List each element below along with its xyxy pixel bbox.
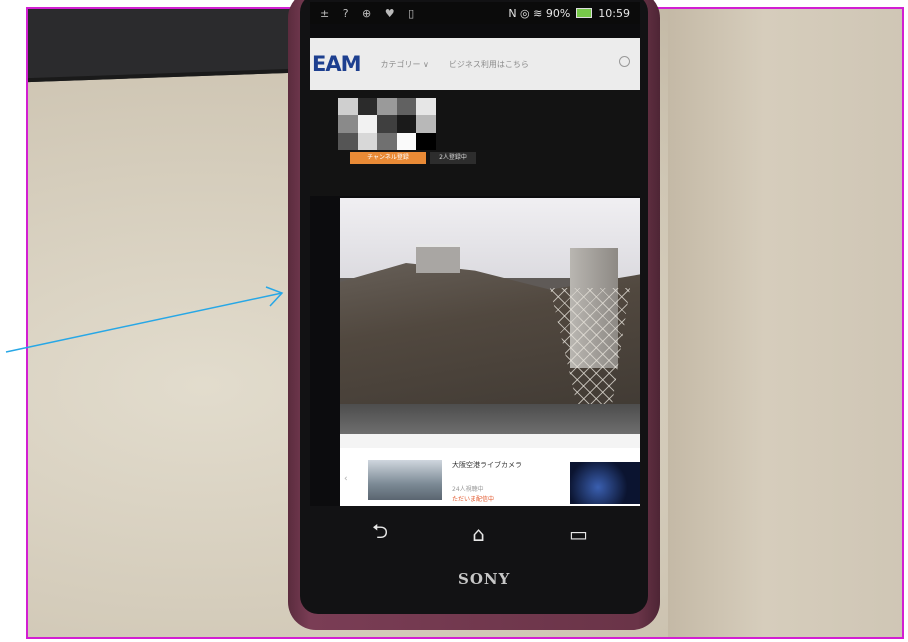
related-thumbnail[interactable] <box>368 460 442 500</box>
recent-apps-icon[interactable]: ▭ <box>569 522 588 546</box>
home-icon[interactable]: ⌂ <box>472 522 485 546</box>
nav-category[interactable]: カテゴリー ∨ <box>381 59 429 70</box>
related-live-status: ただいま配信中 <box>452 496 495 503</box>
status-time: 10:59 <box>598 6 630 20</box>
related-thumbnail-2[interactable] <box>570 462 640 504</box>
back-icon[interactable]: ⮌ <box>372 517 388 551</box>
android-nav-bar: ⮌ ⌂ ▭ <box>330 512 630 556</box>
related-viewers: 24人視聴中 <box>452 486 484 493</box>
video-ground <box>340 404 640 434</box>
avatar[interactable] <box>338 98 436 150</box>
status-bar: ± ? ⊕ ♥ ▯ N ◎ ≋ 90% 10:59 <box>310 2 640 24</box>
phone-screen: ± ? ⊕ ♥ ▯ N ◎ ≋ 90% 10:59 EAM カテゴリー ∨ ビジ… <box>310 2 640 506</box>
status-left-icons: ± ? ⊕ ♥ ▯ <box>320 6 420 20</box>
monitor-edge <box>28 9 328 83</box>
wall-shadow <box>668 9 902 637</box>
carousel-prev-icon[interactable]: ‹ <box>344 474 348 484</box>
related-title[interactable]: 大阪空港ライブカメラ <box>452 460 522 470</box>
nav-business[interactable]: ビジネス利用はこちら <box>449 59 529 70</box>
battery-icon <box>576 8 593 18</box>
video-building <box>416 244 460 273</box>
search-icon[interactable] <box>619 56 630 67</box>
app-header: EAM カテゴリー ∨ ビジネス利用はこちら <box>310 38 640 90</box>
channel-header: チャンネル登録 2人登録中 <box>310 90 640 196</box>
video-player[interactable] <box>340 198 640 434</box>
phone-brand-logo: SONY <box>458 570 511 588</box>
subscribe-button[interactable]: チャンネル登録 <box>350 152 426 164</box>
related-video-card[interactable]: ‹ 大阪空港ライブカメラ 24人視聴中 ただいま配信中 <box>340 448 640 506</box>
status-indicators: N ◎ ≋ 90% <box>508 6 571 20</box>
app-logo[interactable]: EAM <box>312 52 361 76</box>
status-right: N ◎ ≋ 90% 10:59 <box>508 7 630 20</box>
subscriber-count-badge: 2人登録中 <box>430 152 476 164</box>
